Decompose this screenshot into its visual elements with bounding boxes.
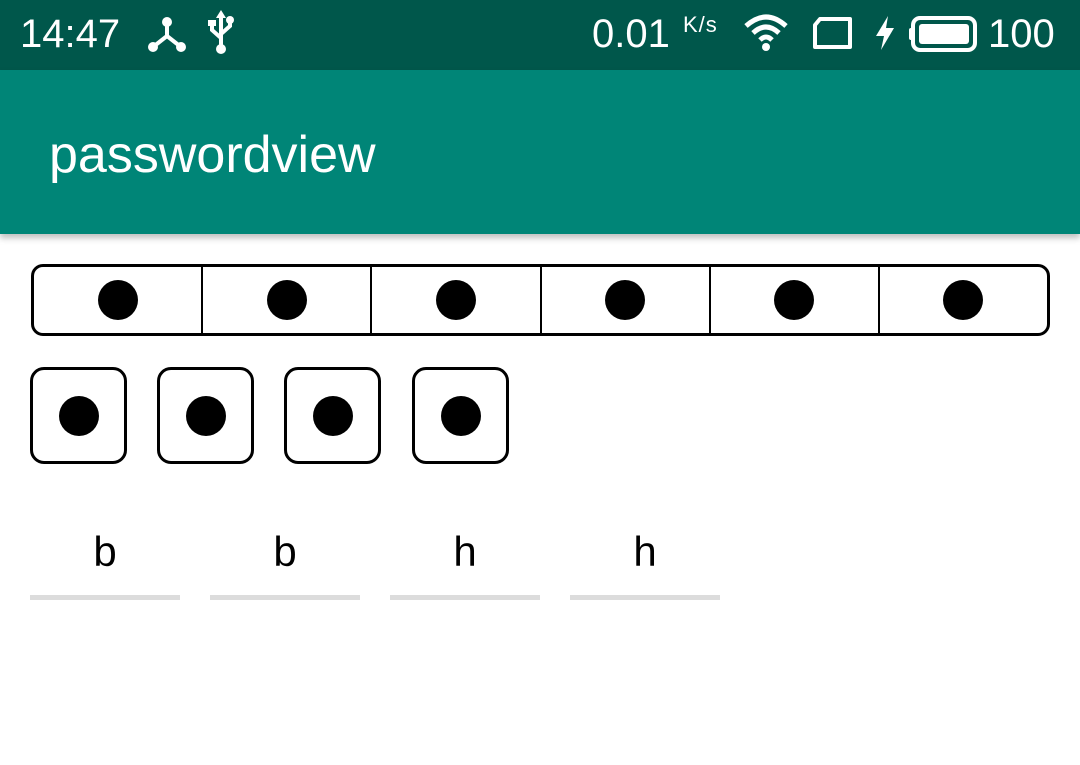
net-speed-unit: K/s <box>683 12 718 37</box>
underline-cell[interactable]: h <box>390 520 540 600</box>
password-dot <box>97 280 138 320</box>
password-box[interactable] <box>284 367 381 464</box>
share-icon <box>148 17 186 52</box>
battery-level: 100 <box>988 12 1055 56</box>
status-bar: 14:47 0.01 K/s 100 <box>0 0 1080 70</box>
password-cell <box>203 267 373 333</box>
sim-icon <box>813 17 852 49</box>
password-dot <box>266 280 307 320</box>
battery-icon <box>909 16 977 52</box>
underline <box>210 595 360 600</box>
password-dot <box>312 395 353 436</box>
password-box[interactable] <box>412 367 509 464</box>
password-dot <box>943 280 984 320</box>
password-view-connected[interactable] <box>31 264 1050 336</box>
password-char: h <box>633 528 657 575</box>
password-cell <box>372 267 542 333</box>
underline <box>30 595 180 600</box>
password-cell <box>34 267 204 333</box>
status-time: 14:47 <box>20 12 121 56</box>
underline <box>390 595 540 600</box>
password-dot <box>774 280 815 320</box>
password-box[interactable] <box>30 367 127 464</box>
password-dot <box>435 280 476 320</box>
password-char: h <box>453 528 477 575</box>
password-char: b <box>93 528 117 575</box>
password-box[interactable] <box>157 367 254 464</box>
underline-cell[interactable]: h <box>570 520 720 600</box>
net-speed: 0.01 <box>592 12 670 56</box>
password-dot <box>58 395 99 436</box>
password-dot <box>605 280 646 320</box>
underline-cell[interactable]: b <box>30 520 180 600</box>
password-dot <box>185 395 226 436</box>
underline-cell[interactable]: b <box>210 520 360 600</box>
password-dot <box>440 395 481 436</box>
password-cell <box>711 267 880 333</box>
password-cell <box>880 267 1047 333</box>
charging-icon <box>876 16 894 50</box>
app-bar: passwordview <box>0 70 1080 234</box>
password-char: b <box>273 528 297 575</box>
underline <box>570 595 720 600</box>
password-cell <box>542 267 711 333</box>
wifi-icon <box>744 14 788 51</box>
usb-icon <box>208 10 234 54</box>
app-title: passwordview <box>49 126 376 184</box>
